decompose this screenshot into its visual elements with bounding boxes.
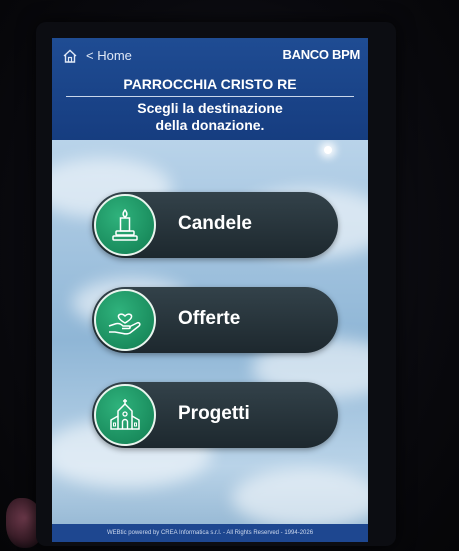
hand-heart-icon [108,313,141,335]
instruction-line-2: della donazione. [155,117,265,133]
offerte-button[interactable]: Offerte [92,287,338,353]
progetti-button[interactable]: Progetti [92,382,338,448]
church-icon-badge [94,384,156,446]
instruction-line-1: Scegli la destinazione [137,100,283,116]
progetti-label: Progetti [178,403,250,424]
cloud [232,468,368,528]
candle-icon-badge [94,194,156,256]
footer: WEBtic powered by CREA Informatica s.r.l… [52,524,368,542]
topbar: < Home BANCO BPM [52,38,368,74]
instruction-text: Scegli la destinazione della donazione. [52,100,368,134]
church-icon [110,399,140,430]
offerte-label: Offerte [178,308,241,329]
kiosk-screen: < Home BANCO BPM PARROCCHIA CRISTO RE Sc… [52,38,368,542]
candele-label: Candele [178,213,252,234]
home-link[interactable]: < Home [86,48,132,63]
header: < Home BANCO BPM PARROCCHIA CRISTO RE Sc… [52,38,368,140]
brand-logo: BANCO BPM [282,47,361,62]
home-icon[interactable] [62,48,78,64]
parish-title: PARROCCHIA CRISTO RE [123,76,297,92]
header-divider [66,96,354,97]
candle-icon [112,208,138,241]
hand-heart-icon-badge [94,289,156,351]
light-glare [324,146,332,154]
candele-button[interactable]: Candele [92,192,338,258]
